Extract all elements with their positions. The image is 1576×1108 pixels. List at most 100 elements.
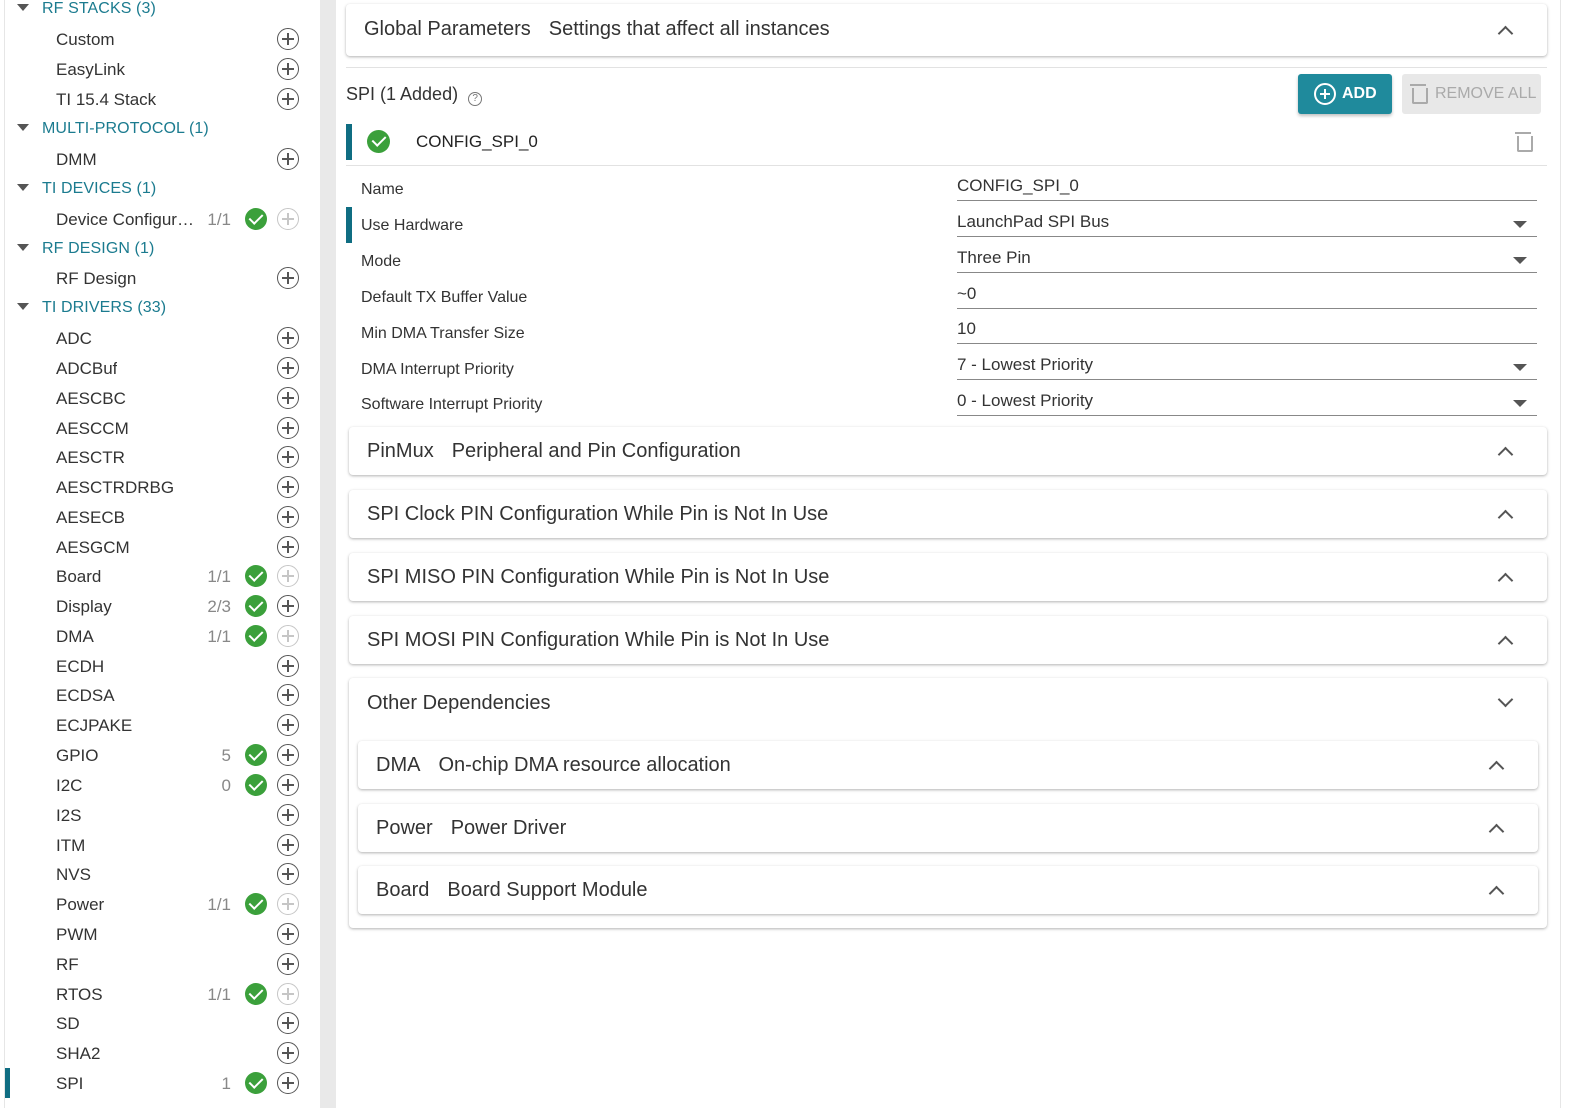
caret-down-icon[interactable] <box>17 124 29 131</box>
sidebar-item-aesccm[interactable]: AESCCM <box>5 413 321 443</box>
sidebar-item-gpio[interactable]: GPIO 5 <box>5 740 321 770</box>
chevron-up-icon[interactable] <box>1497 446 1514 463</box>
add-plus-icon[interactable] <box>277 357 299 379</box>
sidebar-item-adc[interactable]: ADC <box>5 323 321 353</box>
caret-down-icon[interactable] <box>17 244 29 251</box>
scrollbar-track[interactable] <box>1560 0 1576 1108</box>
min-dma-transfer-input[interactable]: 10 <box>957 319 1537 344</box>
sidebar-item-easylink[interactable]: EasyLink <box>5 54 321 84</box>
sidebar-item-aesctrdrbg[interactable]: AESCTRDRBG <box>5 472 321 502</box>
chevron-up-icon[interactable] <box>1488 885 1505 902</box>
sidebar-item-aescbc[interactable]: AESCBC <box>5 383 321 413</box>
sidebar-item-sd[interactable]: SD <box>5 1008 321 1038</box>
sidebar-item-rtos[interactable]: RTOS 1/1 <box>5 979 321 1009</box>
instance-name[interactable]: CONFIG_SPI_0 <box>416 132 538 152</box>
add-plus-icon[interactable] <box>277 953 299 975</box>
global-parameters-panel[interactable]: Global Parameters Settings that affect al… <box>346 4 1547 56</box>
sidebar-item-sha2[interactable]: SHA2 <box>5 1038 321 1068</box>
add-plus-icon[interactable] <box>277 1072 299 1094</box>
spi-clock-pin-panel[interactable]: SPI Clock PIN Configuration While Pin is… <box>349 490 1547 538</box>
category-ti-drivers[interactable]: TI DRIVERS (33) <box>5 293 321 323</box>
add-plus-icon[interactable] <box>277 714 299 736</box>
sidebar-item-rf[interactable]: RF <box>5 949 321 979</box>
add-plus-icon[interactable] <box>277 387 299 409</box>
add-plus-icon[interactable] <box>277 774 299 796</box>
sidebar-item-aesecb[interactable]: AESECB <box>5 502 321 532</box>
add-plus-icon[interactable] <box>277 1012 299 1034</box>
sidebar-item-aesgcm[interactable]: AESGCM <box>5 532 321 562</box>
sidebar-item-ecjpake[interactable]: ECJPAKE <box>5 710 321 740</box>
sidebar-item-spi[interactable]: SPI 1 <box>5 1068 321 1098</box>
sidebar-item-power[interactable]: Power 1/1 <box>5 889 321 919</box>
add-plus-icon[interactable] <box>277 863 299 885</box>
add-plus-icon[interactable] <box>277 744 299 766</box>
caret-down-icon[interactable] <box>17 4 29 11</box>
chevron-up-icon[interactable] <box>1488 823 1505 840</box>
add-plus-icon[interactable] <box>277 148 299 170</box>
chevron-up-icon[interactable] <box>1497 509 1514 526</box>
add-plus-icon[interactable] <box>277 536 299 558</box>
board-dependency-panel[interactable]: Board Board Support Module <box>358 866 1538 914</box>
sidebar-item-itm[interactable]: ITM <box>5 830 321 860</box>
add-plus-icon[interactable] <box>277 804 299 826</box>
default-tx-buffer-input[interactable]: ~0 <box>957 284 1537 309</box>
sidebar-item-nvs[interactable]: NVS <box>5 859 321 889</box>
sidebar-item-device-configuration[interactable]: Device Configuration 1/1 <box>5 204 321 234</box>
dropdown-arrow-icon[interactable] <box>1513 400 1527 407</box>
add-plus-icon[interactable] <box>277 417 299 439</box>
sidebar-item-custom[interactable]: Custom <box>5 24 321 54</box>
chevron-up-icon[interactable] <box>1497 25 1514 42</box>
sidebar-item-dma[interactable]: DMA 1/1 <box>5 621 321 651</box>
category-ti-devices[interactable]: TI DEVICES (1) <box>5 174 321 204</box>
remove-all-button[interactable]: REMOVE ALL <box>1402 74 1541 114</box>
dropdown-arrow-icon[interactable] <box>1513 364 1527 371</box>
sidebar-item-pwm[interactable]: PWM <box>5 919 321 949</box>
add-plus-icon[interactable] <box>277 28 299 50</box>
mode-select[interactable]: Three Pin <box>957 248 1537 273</box>
sidebar-item-ecdh[interactable]: ECDH <box>5 651 321 681</box>
use-hardware-select[interactable]: LaunchPad SPI Bus <box>957 212 1537 237</box>
chevron-up-icon[interactable] <box>1488 760 1505 777</box>
category-rf-stacks[interactable]: RF STACKS (3) <box>5 0 321 24</box>
add-plus-icon[interactable] <box>277 267 299 289</box>
add-plus-icon[interactable] <box>277 88 299 110</box>
chevron-down-icon[interactable] <box>1497 691 1514 708</box>
help-icon[interactable]: ? <box>468 92 483 106</box>
sidebar-item-i2c[interactable]: I2C 0 <box>5 770 321 800</box>
add-plus-icon[interactable] <box>277 58 299 80</box>
sidebar-item-ecdsa[interactable]: ECDSA <box>5 680 321 710</box>
category-multi-protocol[interactable]: MULTI-PROTOCOL (1) <box>5 114 321 144</box>
dma-dependency-panel[interactable]: DMA On-chip DMA resource allocation <box>358 741 1538 789</box>
caret-down-icon[interactable] <box>17 184 29 191</box>
dropdown-arrow-icon[interactable] <box>1513 221 1527 228</box>
swi-priority-select[interactable]: 0 - Lowest Priority <box>957 391 1537 416</box>
add-plus-icon[interactable] <box>277 655 299 677</box>
sidebar-item-rf-design[interactable]: RF Design <box>5 263 321 293</box>
sidebar-item-ti-154-stack[interactable]: TI 15.4 Stack <box>5 84 321 114</box>
delete-instance-icon[interactable] <box>1515 132 1533 152</box>
category-rf-design[interactable]: RF DESIGN (1) <box>5 234 321 264</box>
chevron-up-icon[interactable] <box>1497 635 1514 652</box>
sidebar-item-aesctr[interactable]: AESCTR <box>5 442 321 472</box>
add-plus-icon[interactable] <box>277 506 299 528</box>
add-plus-icon[interactable] <box>277 923 299 945</box>
spi-mosi-pin-panel[interactable]: SPI MOSI PIN Configuration While Pin is … <box>349 616 1547 664</box>
dma-interrupt-priority-select[interactable]: 7 - Lowest Priority <box>957 355 1537 380</box>
name-input[interactable]: CONFIG_SPI_0 <box>957 176 1537 201</box>
add-plus-icon[interactable] <box>277 684 299 706</box>
add-plus-icon[interactable] <box>277 476 299 498</box>
power-dependency-panel[interactable]: Power Power Driver <box>358 804 1538 852</box>
pinmux-panel[interactable]: PinMux Peripheral and Pin Configuration <box>349 427 1547 475</box>
sidebar-item-dmm[interactable]: DMM <box>5 144 321 174</box>
add-button[interactable]: ADD <box>1298 74 1392 114</box>
sidebar-item-adcbuf[interactable]: ADCBuf <box>5 353 321 383</box>
chevron-up-icon[interactable] <box>1497 572 1514 589</box>
caret-down-icon[interactable] <box>17 303 29 310</box>
add-plus-icon[interactable] <box>277 834 299 856</box>
spi-miso-pin-panel[interactable]: SPI MISO PIN Configuration While Pin is … <box>349 553 1547 601</box>
add-plus-icon[interactable] <box>277 446 299 468</box>
sidebar-item-board[interactable]: Board 1/1 <box>5 561 321 591</box>
add-plus-icon[interactable] <box>277 595 299 617</box>
dropdown-arrow-icon[interactable] <box>1513 257 1527 264</box>
add-plus-icon[interactable] <box>277 327 299 349</box>
